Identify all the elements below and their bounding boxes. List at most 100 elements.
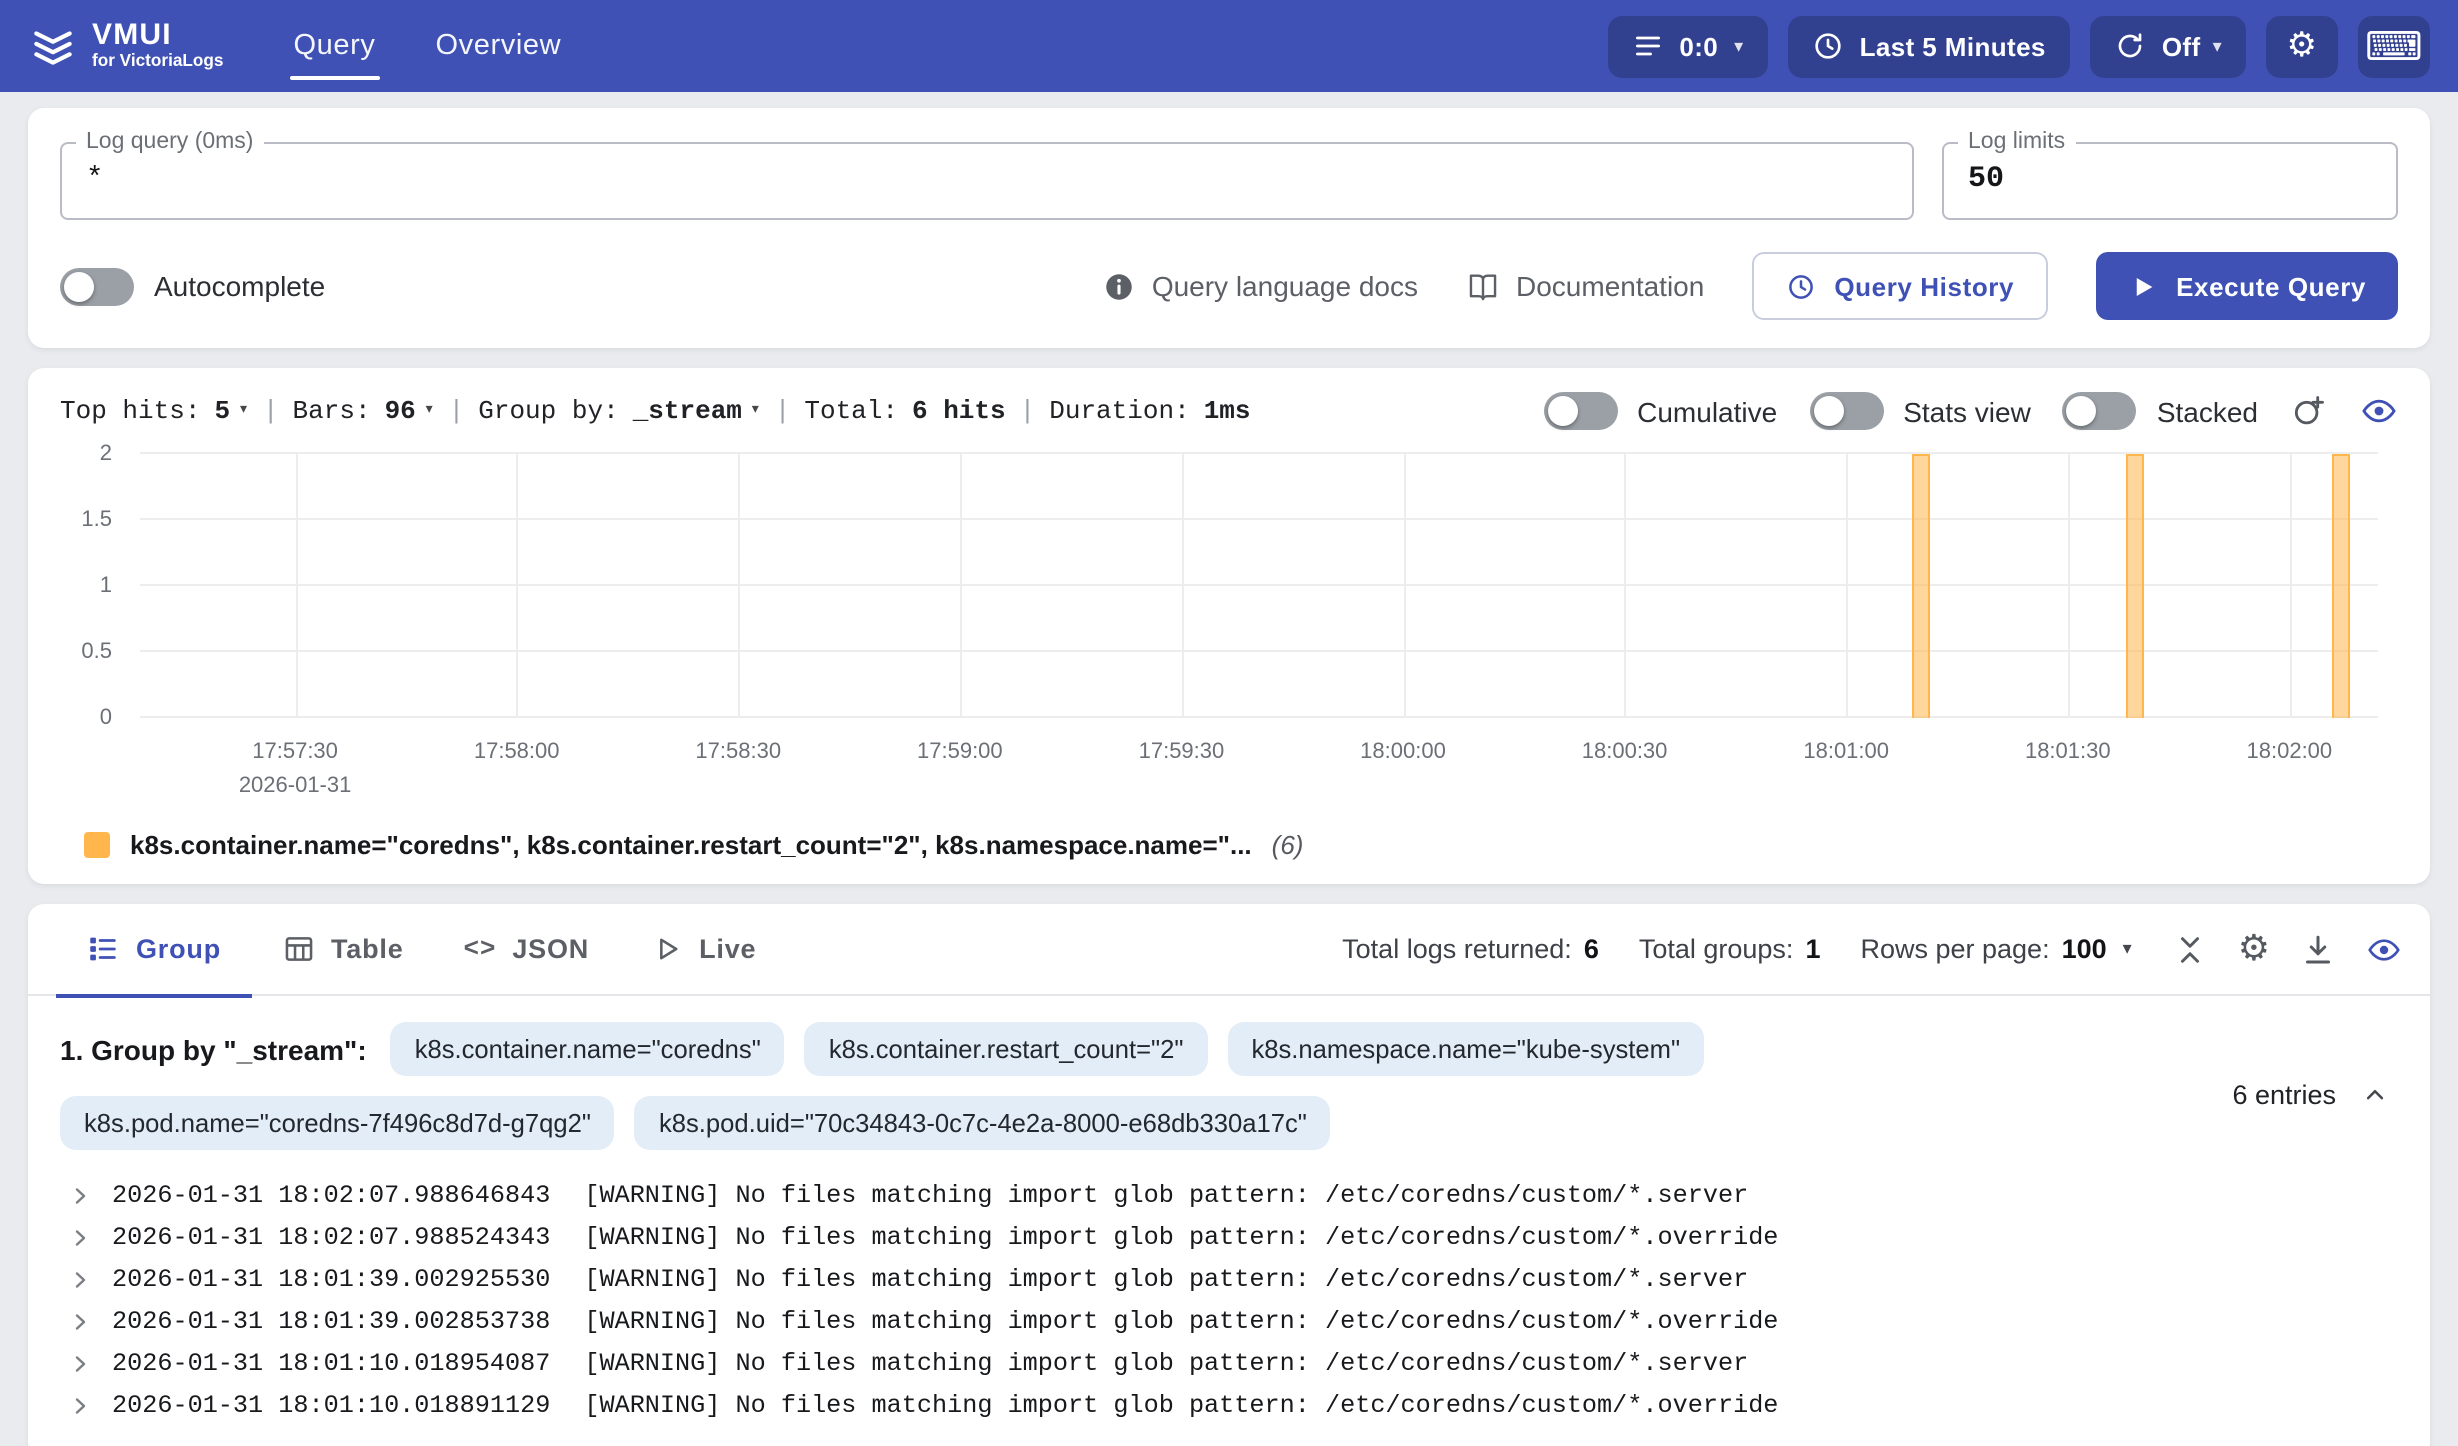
x-tick-label: 17:59:30 <box>1139 740 1225 764</box>
group-entries: 6 entries <box>2232 1080 2390 1110</box>
log-row[interactable]: 2026-01-31 18:01:10.018954087 [WARNING] … <box>60 1342 2398 1384</box>
collapse-group-chevron-up-icon[interactable] <box>2360 1080 2390 1110</box>
header-controls: 0:0 ▾ Last 5 Minutes Off ▾ ⚙ ⌨ <box>1607 0 2430 92</box>
collapse-rows-icon[interactable] <box>2172 931 2208 967</box>
log-query-field[interactable]: Log query (0ms) * <box>60 132 1914 220</box>
logs-toolbar: Group Table <> JSON Live Total logs retu… <box>28 904 2430 996</box>
stream-field-chip[interactable]: k8s.container.restart_count="2" <box>805 1022 1208 1076</box>
log-limits-input[interactable]: 50 <box>1968 159 2372 199</box>
log-row[interactable]: 2026-01-31 18:01:10.018891129 [WARNING] … <box>60 1384 2398 1426</box>
nav-tab-overview[interactable]: Overview <box>406 0 592 92</box>
tab-group[interactable]: Group <box>56 903 251 995</box>
group-by-select[interactable]: _stream▾ <box>633 396 761 426</box>
param-separator: | <box>775 396 791 426</box>
query-language-docs-label: Query language docs <box>1152 270 1418 302</box>
columns-visibility-eye-icon[interactable] <box>2366 931 2402 967</box>
query-history-button[interactable]: Query History <box>1752 252 2048 320</box>
total-groups-label: Total groups: <box>1639 934 1794 964</box>
param-separator: | <box>449 396 465 426</box>
tab-live-label: Live <box>699 934 756 964</box>
log-row[interactable]: 2026-01-31 18:02:07.988646843 [WARNING] … <box>60 1174 2398 1216</box>
log-row[interactable]: 2026-01-31 18:01:39.002925530 [WARNING] … <box>60 1258 2398 1300</box>
live-play-icon <box>649 932 683 966</box>
autorefresh-control: Off ▾ <box>2090 15 2246 77</box>
chevron-down-icon: ▾ <box>1734 37 1743 55</box>
stream-field-chip[interactable]: k8s.namespace.name="kube-system" <box>1227 1022 1704 1076</box>
query-history-label: Query History <box>1834 271 2014 301</box>
autorefresh-select[interactable]: Off ▾ <box>2162 31 2222 61</box>
log-message: [WARNING] No files matching import glob … <box>584 1391 1778 1419</box>
tab-table[interactable]: Table <box>251 903 434 995</box>
log-query-input[interactable]: * <box>86 159 1888 199</box>
execute-query-button[interactable]: Execute Query <box>2096 252 2398 320</box>
group-title-suffix: : <box>357 1033 366 1065</box>
group-header: 1. Group by "_stream": k8s.container.nam… <box>60 1022 2020 1150</box>
time-range-button[interactable]: Last 5 Minutes <box>1788 15 2070 77</box>
stacked-toggle[interactable]: Stacked <box>2063 392 2258 430</box>
x-tick-label: 18:00:30 <box>1582 740 1668 764</box>
expand-row-chevron-icon[interactable] <box>68 1351 92 1375</box>
shortcuts-button[interactable]: ⌨ <box>2358 15 2430 77</box>
bars-select[interactable]: 96▾ <box>385 396 435 426</box>
expand-row-chevron-icon[interactable] <box>68 1183 92 1207</box>
h-gridline <box>140 716 2378 718</box>
v-gridline <box>2289 454 2291 718</box>
expand-row-chevron-icon[interactable] <box>68 1267 92 1291</box>
total-logs-label: Total logs returned: <box>1342 934 1572 964</box>
stream-field-chip[interactable]: k8s.pod.uid="70c34843-0c7c-4e2a-8000-e68… <box>635 1096 1331 1150</box>
x-tick-label: 17:57:30 <box>252 740 338 764</box>
chart-legend-item[interactable]: k8s.container.name="coredns", k8s.contai… <box>60 830 2398 860</box>
chevron-down-icon: ▾ <box>2213 37 2222 55</box>
v-gridline <box>1846 454 1848 718</box>
autocomplete-toggle[interactable]: Autocomplete <box>60 267 325 305</box>
vmui-app: VMUI for VictoriaLogs Query Overview 0:0… <box>0 0 2458 1446</box>
documentation-link[interactable]: Documentation <box>1466 269 1704 303</box>
group-title: 1. Group by "_stream": <box>60 1033 367 1065</box>
log-row[interactable]: 2026-01-31 18:02:07.988524343 [WARNING] … <box>60 1216 2398 1258</box>
log-timestamp: 2026-01-31 18:01:10.018891129 <box>112 1391 550 1419</box>
query-actions-right: Query language docs Documentation Query … <box>1102 252 2398 320</box>
v-gridline <box>1625 454 1627 718</box>
stats-view-toggle[interactable]: Stats view <box>1809 392 2031 430</box>
expand-row-chevron-icon[interactable] <box>68 1393 92 1417</box>
app-logo[interactable]: VMUI for VictoriaLogs <box>28 0 256 92</box>
history-clock-icon <box>1786 271 1816 301</box>
chart-bar[interactable] <box>2125 454 2143 718</box>
refresh-button[interactable] <box>2114 30 2146 62</box>
download-logs-icon[interactable] <box>2300 931 2336 967</box>
tenant-button[interactable]: 0:0 ▾ <box>1607 15 1767 77</box>
v-gridline <box>2068 454 2070 718</box>
chart-header: Top hits: 5▾ | Bars: 96▾ | Group by: _st… <box>60 392 2398 430</box>
table-settings-gear-icon[interactable]: ⚙ <box>2238 931 2270 967</box>
toggle-track <box>1809 392 1883 430</box>
top-hits-select[interactable]: 5▾ <box>214 396 248 426</box>
nav-tab-query[interactable]: Query <box>264 0 406 92</box>
graph-tips-icon[interactable] <box>2290 392 2328 430</box>
group-by-value: _stream <box>633 396 742 426</box>
chart-bar[interactable] <box>2332 454 2350 718</box>
query-language-docs-link[interactable]: Query language docs <box>1102 269 1418 303</box>
stacked-label: Stacked <box>2157 395 2258 427</box>
tab-live[interactable]: Live <box>619 903 786 995</box>
rows-per-page-value: 100 <box>2062 934 2107 964</box>
chart-plot-area <box>140 454 2378 718</box>
chart-bar[interactable] <box>1911 454 1929 718</box>
chart-visibility-eye-icon[interactable] <box>2360 392 2398 430</box>
x-tick-label: 18:01:00 <box>1803 740 1889 764</box>
cumulative-toggle[interactable]: Cumulative <box>1543 392 1777 430</box>
h-gridline <box>140 452 2378 454</box>
duration-label: Duration: <box>1049 396 1189 426</box>
settings-button[interactable]: ⚙ <box>2266 15 2338 77</box>
expand-row-chevron-icon[interactable] <box>68 1309 92 1333</box>
tab-json[interactable]: <> JSON <box>434 903 620 995</box>
stream-field-chip[interactable]: k8s.pod.name="coredns-7f496c8d7d-g7qg2" <box>60 1096 615 1150</box>
expand-row-chevron-icon[interactable] <box>68 1225 92 1249</box>
log-row[interactable]: 2026-01-31 18:01:39.002853738 [WARNING] … <box>60 1300 2398 1342</box>
query-inputs-row: Log query (0ms) * Log limits 50 <box>60 132 2398 220</box>
stream-field-chip[interactable]: k8s.container.name="coredns" <box>391 1022 785 1076</box>
log-limits-field[interactable]: Log limits 50 <box>1942 132 2398 220</box>
logs-panel: Group Table <> JSON Live Total logs retu… <box>28 904 2430 1446</box>
y-tick-label: 0 <box>100 706 112 730</box>
h-gridline <box>140 650 2378 652</box>
rows-per-page-select[interactable]: Rows per page: 100 ▾ <box>1860 934 2131 964</box>
